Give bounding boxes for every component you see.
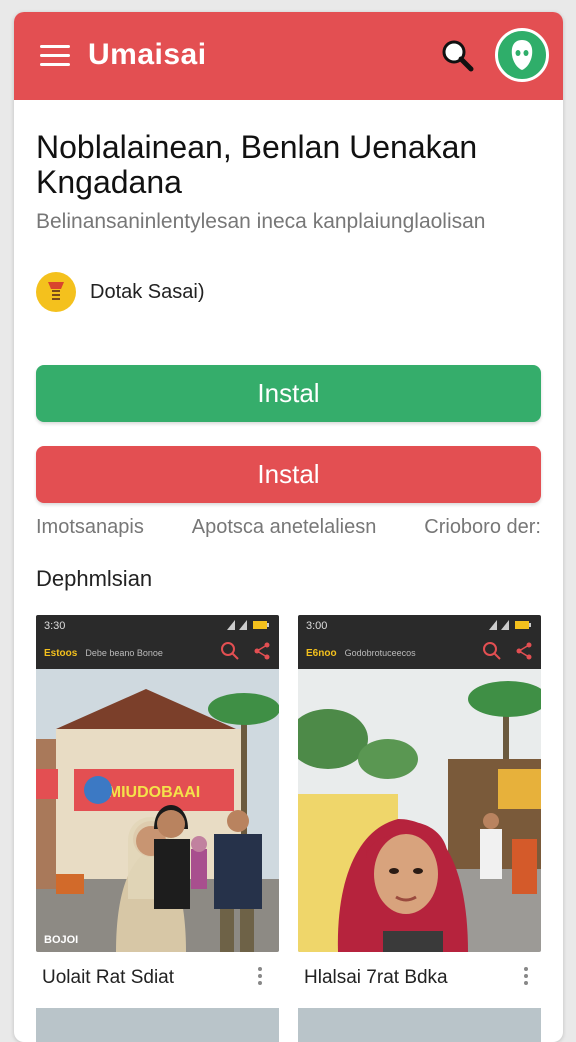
screenshot-tag: E6noo <box>306 647 337 659</box>
signal-battery-icon <box>227 619 271 633</box>
menu-icon[interactable] <box>40 45 70 67</box>
screenshot-title: Debe beano Bonoe <box>85 648 163 658</box>
status-time: 3:00 <box>306 620 328 632</box>
banner-text: MIUDOBAAI <box>108 784 200 801</box>
app-meta-row: Imotsanapis Apotsca anetelaliesn Criobor… <box>36 516 541 539</box>
screenshot-app-bar: E6noo Godobrotuceecos <box>298 637 541 669</box>
app-bar-title: Umaisai <box>88 38 207 71</box>
share-icon <box>253 641 271 666</box>
app-detail-card: Umaisai Noblalainean, Benlan Uenakan Kng… <box>14 12 563 1042</box>
screenshot-tag: Estoos <box>44 647 78 659</box>
screenshot-thumbnail[interactable]: 3:00 E6noo Godobrotuceecos <box>298 615 541 952</box>
install-button[interactable]: Instal <box>36 365 541 422</box>
developer-row[interactable]: Dotak Sasai) <box>36 272 205 312</box>
share-icon <box>515 641 533 666</box>
status-time: 3:30 <box>44 620 66 632</box>
screenshot-app-bar: Estoos Debe beano Bonoe <box>36 637 279 669</box>
more-options-icon[interactable] <box>255 967 265 989</box>
search-icon <box>481 640 503 667</box>
app-bar: Umaisai <box>14 12 563 100</box>
portrait-photo <box>298 669 541 952</box>
developer-name: Dotak Sasai) <box>90 280 205 303</box>
screenshot-caption: Uolait Rat Sdiat <box>42 967 175 988</box>
phone-status-bar: 3:30 <box>36 615 279 637</box>
screenshot-thumbnail-partial[interactable] <box>298 1008 541 1042</box>
search-icon[interactable] <box>438 36 478 76</box>
app-headline: Noblalainean, Benlan Uenakan Kngadana <box>36 129 478 200</box>
search-icon <box>219 640 241 667</box>
app-description: Belinansaninlentylesan ineca kanplaiungl… <box>36 210 486 233</box>
install-button-secondary[interactable]: Instal <box>36 446 541 503</box>
screenshot-title: Godobrotuceecos <box>344 648 416 658</box>
screenshots-section-title: Dephmlsian <box>36 566 153 591</box>
avatar-icon[interactable] <box>495 28 549 82</box>
screenshot-thumbnail[interactable]: 3:30 Estoos Debe beano Bonoe MIUDOBAAI B… <box>36 615 279 952</box>
screenshot-caption: Hlalsai 7rat Bdka <box>304 967 448 988</box>
meta-item: Imotsanapis <box>36 516 144 538</box>
screenshot-footer-label: BOJOI <box>44 934 79 946</box>
meta-item: Apotsca anetelaliesn <box>191 516 377 538</box>
meta-item: Crioboro der: <box>424 516 541 538</box>
phone-status-bar: 3:00 <box>298 615 541 637</box>
screenshot-thumbnail-partial[interactable] <box>36 1008 279 1042</box>
signal-battery-icon <box>489 619 533 633</box>
developer-logo-icon <box>36 272 76 312</box>
street-photo: MIUDOBAAI BOJOI <box>36 669 279 952</box>
more-options-icon[interactable] <box>521 967 531 989</box>
